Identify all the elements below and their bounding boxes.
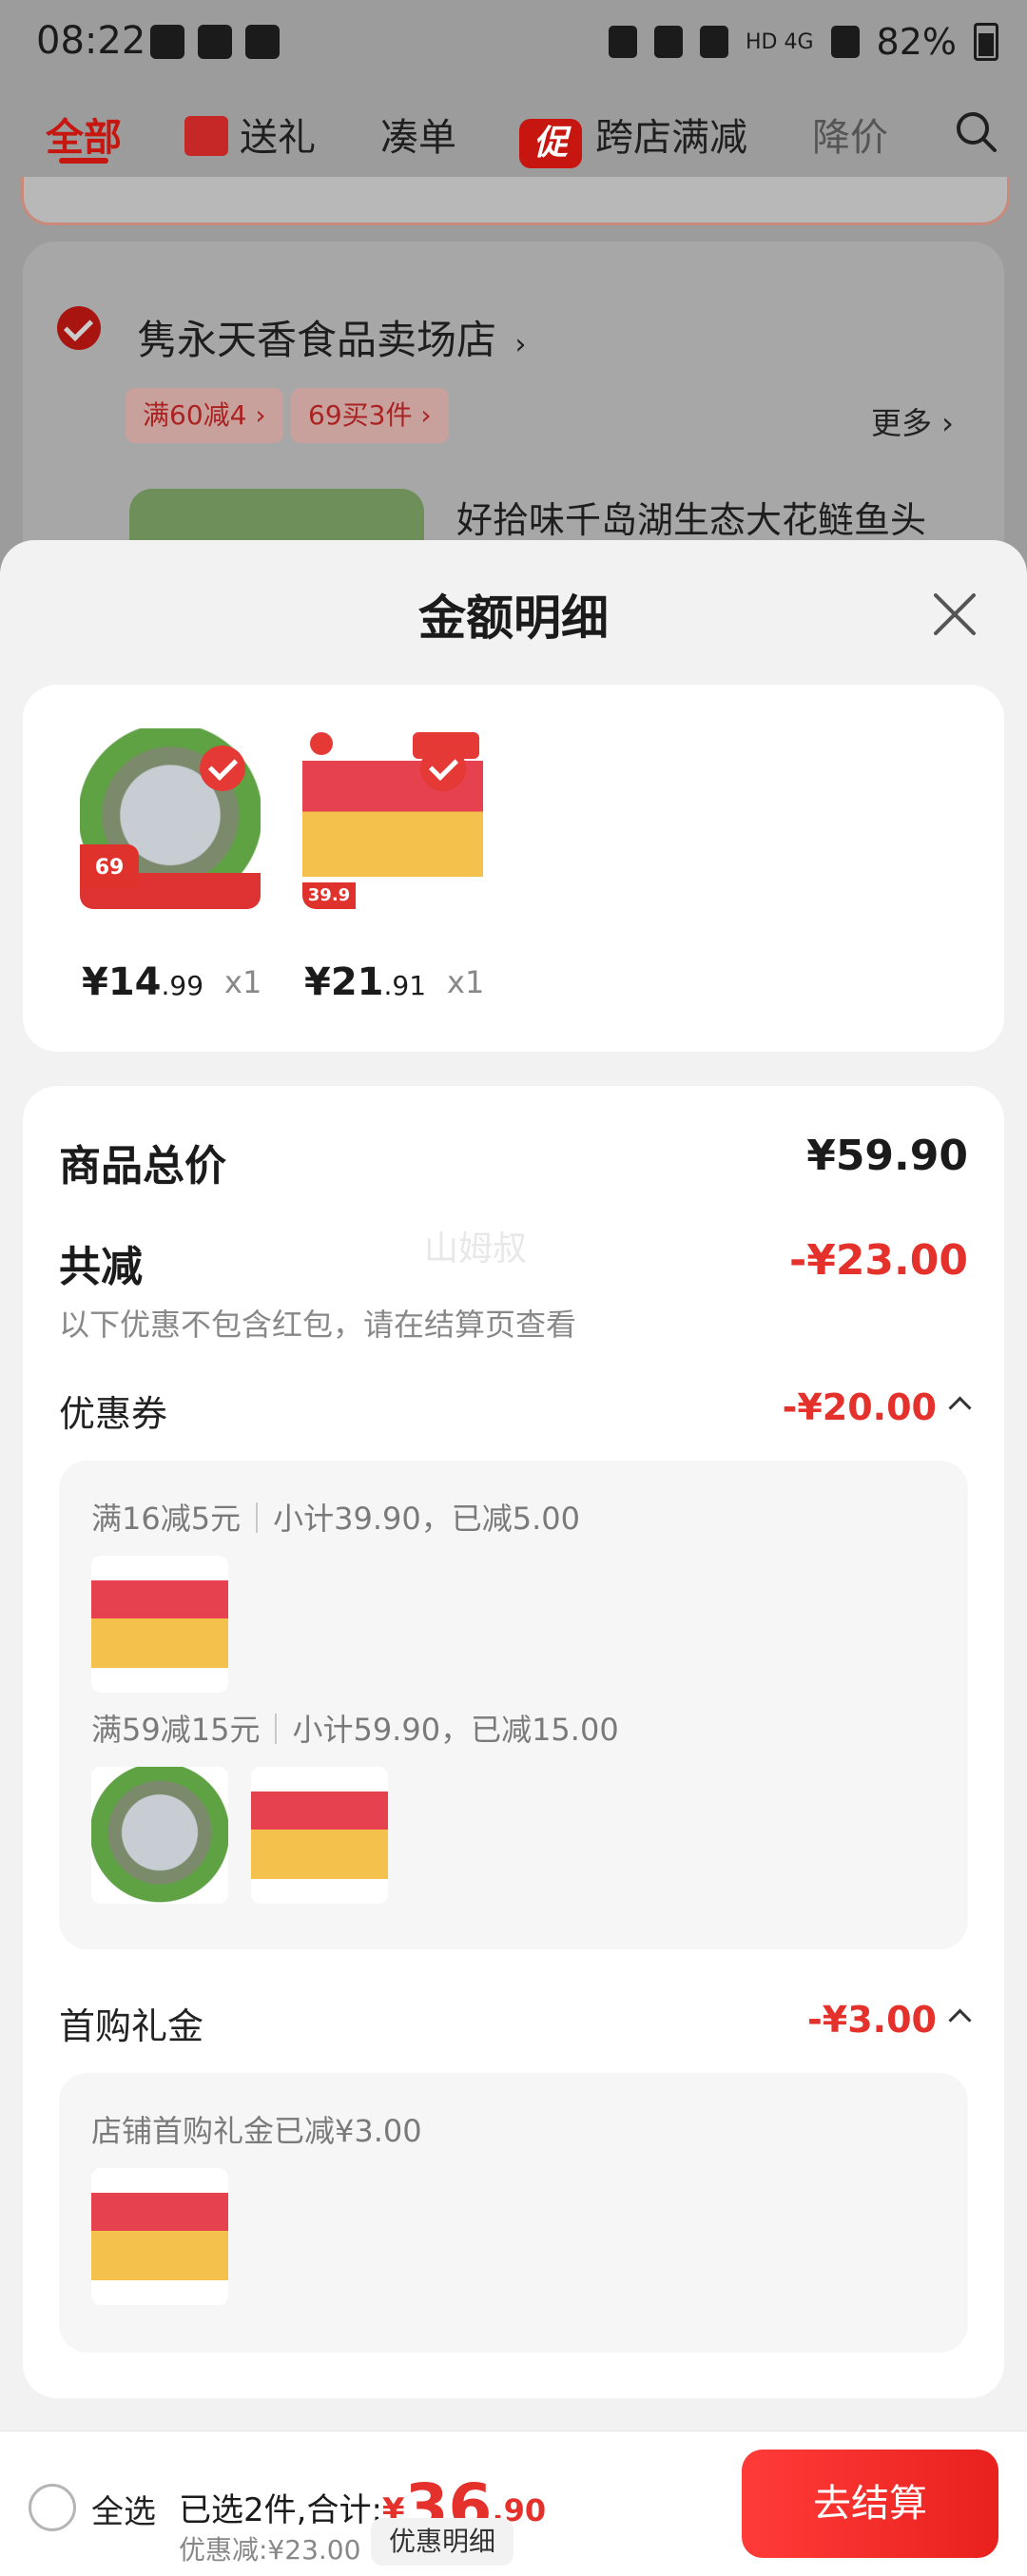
item-price-dec: .99 [161,970,204,1001]
coupon-subtotal: 小计59.90，已减15.00 [292,1712,619,1748]
tab-all[interactable]: 全部 [46,107,122,162]
checked-icon [200,746,245,791]
select-all-label[interactable]: 全选 [91,2486,156,2532]
cp-logo-icon [310,732,333,755]
chevron-up-icon [948,1396,972,1420]
nugget-thumbnail [251,1767,388,1904]
status-bar: 08:22 HD 4G 82% [0,0,1027,91]
fish-head-thumbnail [91,1767,228,1904]
store-check-icon[interactable] [57,306,101,350]
total-discount-label: 共减 [59,1243,143,1291]
promo-tag[interactable]: 满60减4 › [126,388,283,443]
coupon-subtotal: 小计39.90，已减5.00 [273,1501,580,1537]
tab-price-drop[interactable]: 降价 [812,107,888,162]
coupon-value: -¥20.00 [782,1386,937,1428]
coupon-rule: 满16减5元 [91,1501,242,1537]
first-buy-toggle[interactable]: -¥3.00 [807,1999,972,2041]
discount-summary: 优惠减:¥23.00 [179,2534,361,2566]
coupon-rule-line: 满16减5元 小计39.90，已减5.00 [91,1495,580,1539]
battery-percent: 82% [876,21,957,63]
total-price-value: ¥59.90 [806,1132,968,1180]
thumb-price: 39.9 [302,882,356,909]
category-tabs: 全部 送礼 凑单 促跨店满减 降价 [0,91,1027,175]
item-qty: x1 [224,964,262,1000]
nugget-thumbnail [91,1556,228,1693]
tab-bundle[interactable]: 凑单 [380,107,456,162]
status-time: 08:22 [36,19,146,63]
chevron-right-icon: › [514,328,527,361]
product-title[interactable]: 好拾味千岛湖生态大花鲢鱼头 [456,491,926,543]
total-discount-value: -¥23.00 [788,1236,968,1285]
item-price-int: ¥21 [304,960,384,1004]
first-buy-text: 店铺首购礼金已减¥3.00 [91,2113,422,2149]
store-name-text: 隽永天香食品卖场店 [137,317,497,363]
select-all-radio[interactable] [29,2484,76,2531]
watermark: 山姆叔 [424,1230,528,1269]
tab-cross-store[interactable]: 促跨店满减 [519,107,747,168]
gift-icon [184,116,228,156]
store-name[interactable]: 隽永天香食品卖场店 › [137,308,526,366]
signal-icon [830,26,860,58]
wechat-icon [198,25,232,59]
discount-note: 以下优惠不包含红包，请在结算页查看 [59,1307,577,1343]
wechat-icon-2 [245,25,280,59]
divider [275,1714,278,1744]
item-price: ¥21.91 [304,960,426,1004]
coupon-label: 优惠券 [59,1393,168,1435]
system-icons: HD 4G 82% [609,21,998,63]
discount-detail-button[interactable]: 优惠明细 [371,2518,514,2566]
search-icon[interactable] [953,108,998,154]
more-link[interactable]: 更多 › [871,399,954,443]
thumb-price: 69 [80,844,139,888]
coupon-toggle[interactable]: -¥20.00 [782,1386,972,1428]
total-price-label: 商品总价 [59,1142,226,1191]
item-price-int: ¥14 [82,960,162,1004]
selected-count-text: 已选2件,合计: [179,2491,382,2529]
divider [256,1502,259,1533]
coupon-rule-line: 满59减15元 小计59.90，已减15.00 [91,1706,619,1750]
battery-icon [974,23,998,61]
chevron-up-icon [948,2008,972,2032]
promo-tag[interactable]: 69买3件 › [291,388,449,443]
tab-cross-store-label: 跨店满减 [595,116,747,160]
promo-badge-icon: 促 [519,119,582,168]
item-qty: x1 [447,964,485,1000]
first-buy-label: 首购礼金 [59,2005,204,2047]
mute-icon [654,26,683,58]
alarm-icon [609,26,637,58]
tab-gift[interactable]: 送礼 [184,107,316,162]
item-price: ¥14.99 [82,960,203,1004]
first-buy-value: -¥3.00 [807,1999,937,2041]
sheet-title: 金额明细 [418,591,609,646]
coupon-rule: 满59减15元 [91,1712,261,1748]
item-price-dec: .91 [383,970,427,1001]
wifi-icon [700,26,728,58]
network-label: HD 4G [746,29,814,54]
notification-icons [150,25,280,59]
nugget-thumbnail [91,2168,228,2305]
tab-underline [59,158,108,164]
checked-icon [420,746,466,791]
close-icon[interactable] [930,590,979,639]
bg-banner [21,177,1010,225]
gallery-icon [150,25,184,59]
checkout-button[interactable]: 去结算 [742,2450,998,2558]
tab-gift-label: 送礼 [240,116,316,160]
